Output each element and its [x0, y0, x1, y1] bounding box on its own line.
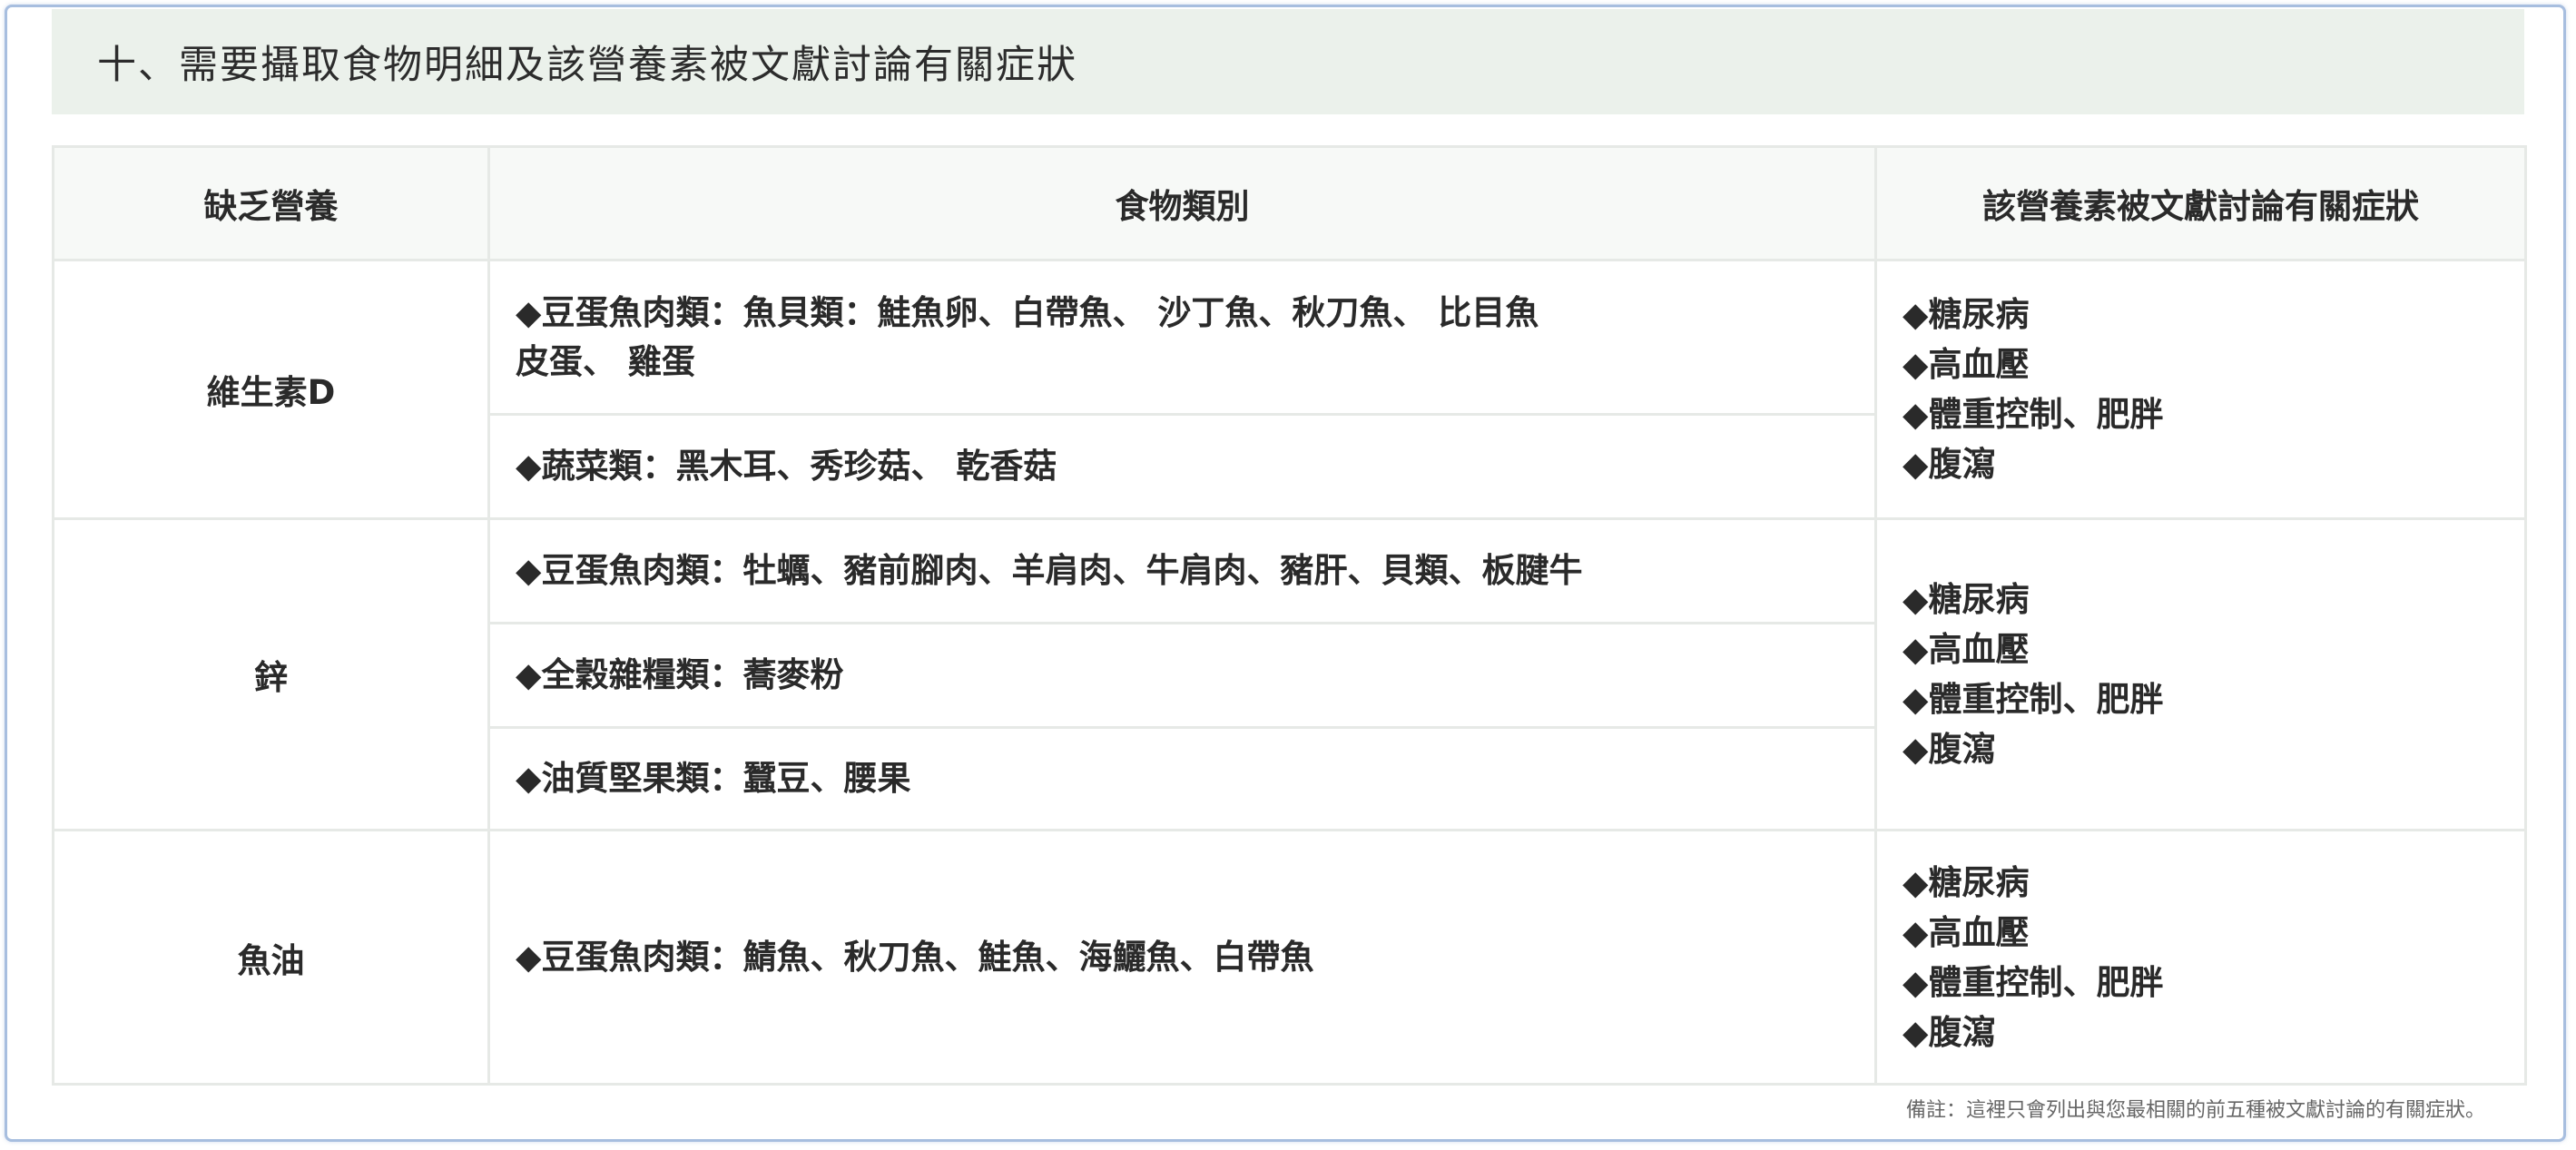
food-line: ◆全穀雜糧類：蕎麥粉	[516, 655, 844, 694]
symptom-item: ◆體重控制、肥胖	[1903, 680, 2164, 719]
food-cell: ◆全穀雜糧類：蕎麥粉	[487, 622, 1877, 729]
section-header: 十、需要攝取食物明細及該營養素被文獻討論有關症狀	[52, 9, 2524, 114]
symptom-item: ◆高血壓	[1903, 345, 2030, 384]
food-line: ◆豆蛋魚肉類：牡蠣、豬前腳肉、羊肩肉、牛肩肉、豬肝、貝類、板腱牛	[516, 551, 1583, 590]
symptom-item: ◆體重控制、肥胖	[1903, 962, 2164, 1002]
symptoms-cell: ◆糖尿病 ◆高血壓 ◆體重控制、肥胖 ◆腹瀉	[1874, 259, 2527, 520]
food-cell: ◆油質堅果類：蠶豆、腰果	[487, 726, 1877, 831]
food-line: ◆豆蛋魚肉類：魚貝類：鮭魚卵、白帶魚、 沙丁魚、秋刀魚、 比目魚	[516, 292, 1539, 332]
section-title: 十、需要攝取食物明細及該營養素被文獻討論有關症狀	[97, 43, 1077, 88]
food-cell: ◆豆蛋魚肉類：鯖魚、秋刀魚、鮭魚、海鱺魚、白帶魚	[487, 829, 1877, 1086]
food-line: ◆豆蛋魚肉類：鯖魚、秋刀魚、鮭魚、海鱺魚、白帶魚	[516, 937, 1314, 977]
table-row: 鋅 ◆豆蛋魚肉類：牡蠣、豬前腳肉、羊肩肉、牛肩肉、豬肝、貝類、板腱牛 ◆糖尿病 …	[52, 517, 2527, 831]
symptom-item: ◆腹瀉	[1903, 730, 1996, 769]
header-symptoms: 該營養素被文獻討論有關症狀	[1874, 145, 2527, 261]
symptom-item: ◆腹瀉	[1903, 445, 1996, 484]
symptom-item: ◆高血壓	[1903, 912, 2030, 952]
header-food-category: 食物類別	[487, 145, 1877, 261]
symptom-item: ◆糖尿病	[1903, 580, 2030, 619]
symptom-item: ◆腹瀉	[1903, 1012, 1996, 1052]
table-header-row: 缺乏營養 食物類別 該營養素被文獻討論有關症狀	[52, 145, 2527, 261]
food-line: ◆蔬菜類：黑木耳、秀珍菇、 乾香菇	[516, 447, 1057, 486]
symptom-item: ◆糖尿病	[1903, 295, 2030, 334]
header-nutrient: 缺乏營養	[52, 145, 490, 261]
nutrient-cell: 魚油	[52, 829, 490, 1086]
nutrient-cell: 鋅	[52, 517, 490, 831]
symptom-item: ◆體重控制、肥胖	[1903, 395, 2164, 434]
symptom-item: ◆糖尿病	[1903, 862, 2030, 902]
table-row: 魚油 ◆豆蛋魚肉類：鯖魚、秋刀魚、鮭魚、海鱺魚、白帶魚 ◆糖尿病 ◆高血壓 ◆體…	[52, 829, 2527, 1086]
food-cell: ◆豆蛋魚肉類：牡蠣、豬前腳肉、羊肩肉、牛肩肉、豬肝、貝類、板腱牛	[487, 517, 1877, 624]
nutrient-cell: 維生素D	[52, 259, 490, 520]
food-cell: ◆豆蛋魚肉類：魚貝類：鮭魚卵、白帶魚、 沙丁魚、秋刀魚、 比目魚 皮蛋、 雞蛋	[487, 259, 1877, 416]
footnote: 備註：這裡只會列出與您最相關的前五種被文獻討論的有關症狀。	[1905, 1099, 2485, 1122]
symptoms-cell: ◆糖尿病 ◆高血壓 ◆體重控制、肥胖 ◆腹瀉	[1874, 829, 2527, 1086]
symptom-item: ◆高血壓	[1903, 630, 2030, 669]
food-line: 皮蛋、 雞蛋	[516, 341, 695, 381]
food-line: ◆油質堅果類：蠶豆、腰果	[516, 759, 911, 798]
table-row: 維生素D ◆豆蛋魚肉類：魚貝類：鮭魚卵、白帶魚、 沙丁魚、秋刀魚、 比目魚 皮蛋…	[52, 259, 2527, 520]
food-cell: ◆蔬菜類：黑木耳、秀珍菇、 乾香菇	[487, 413, 1877, 520]
nutrition-table: 缺乏營養 食物類別 該營養素被文獻討論有關症狀 維生素D ◆豆蛋魚肉類：魚貝類：…	[52, 145, 2527, 1086]
symptoms-cell: ◆糖尿病 ◆高血壓 ◆體重控制、肥胖 ◆腹瀉	[1874, 517, 2527, 831]
